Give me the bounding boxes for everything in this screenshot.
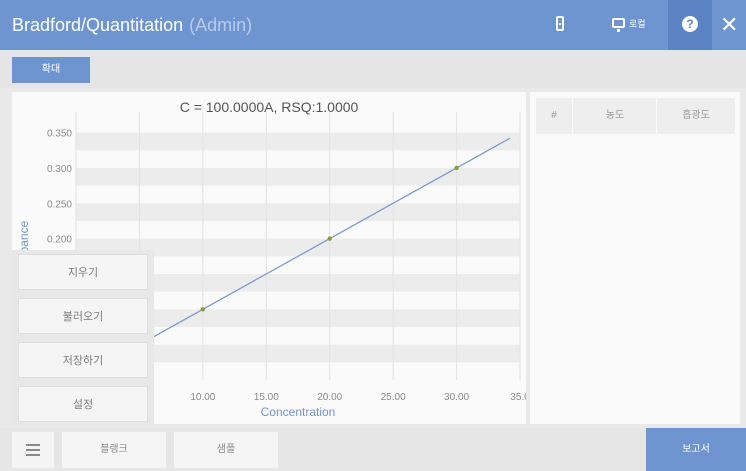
grid-band	[76, 132, 520, 151]
sub-toolbar: 확대	[0, 50, 746, 88]
local-label[interactable]: 로컬	[629, 18, 646, 30]
expand-button[interactable]: 확대	[12, 57, 90, 83]
settings-button[interactable]: 설정	[18, 386, 148, 422]
clear-button[interactable]: 지우기	[18, 254, 148, 290]
x-tick-label: 10.00	[190, 392, 215, 403]
x-tick-label: 25.00	[381, 392, 406, 403]
bottom-bar: 블랭크 샘플 보고서	[0, 428, 746, 471]
options-menu: 지우기 불러오기 저장하기 설정	[12, 250, 154, 424]
title-bar: Bradford/Quantitation (Admin) 로컬 ? ✕	[0, 0, 746, 50]
y-tick-label: 0.300	[47, 164, 72, 175]
app-title-text: Bradford/Quantitation	[12, 15, 184, 35]
table-header-concentration: 농도	[572, 98, 657, 134]
y-tick-label: 0.350	[47, 129, 72, 140]
x-axis-label: Concentration	[261, 405, 336, 419]
x-tick-label: 35.0	[510, 392, 526, 403]
close-icon[interactable]: ✕	[720, 14, 738, 36]
y-tick-label: 0.250	[47, 199, 72, 210]
report-button[interactable]: 보고서	[646, 428, 746, 471]
table-header-index: #	[536, 98, 572, 134]
data-point	[327, 236, 332, 241]
battery-icon	[556, 16, 564, 31]
grid-band	[76, 203, 520, 221]
help-button[interactable]: ?	[668, 0, 712, 50]
chart-title: C = 100.0000A, RSQ:1.0000	[180, 99, 359, 115]
monitor-icon[interactable]	[612, 18, 625, 32]
x-tick-label: 15.00	[254, 392, 279, 403]
table-header-absorbance: 흡광도	[656, 98, 735, 134]
x-tick-label: 20.00	[317, 392, 342, 403]
data-table-panel: # 농도 흡광도	[530, 92, 740, 424]
save-button[interactable]: 저장하기	[18, 342, 148, 378]
data-point	[200, 307, 206, 312]
blank-button[interactable]: 블랭크	[62, 432, 166, 468]
help-icon: ?	[682, 16, 698, 32]
grid-band	[76, 167, 520, 186]
data-point	[454, 165, 459, 171]
menu-icon[interactable]	[12, 432, 54, 468]
y-tick-label: 0.200	[47, 235, 72, 246]
role-label: (Admin)	[189, 15, 253, 35]
load-button[interactable]: 불러오기	[18, 298, 148, 334]
app-title: Bradford/Quantitation (Admin)	[12, 14, 252, 36]
sample-button[interactable]: 샘플	[174, 432, 278, 468]
x-tick-label: 30.00	[444, 392, 469, 403]
